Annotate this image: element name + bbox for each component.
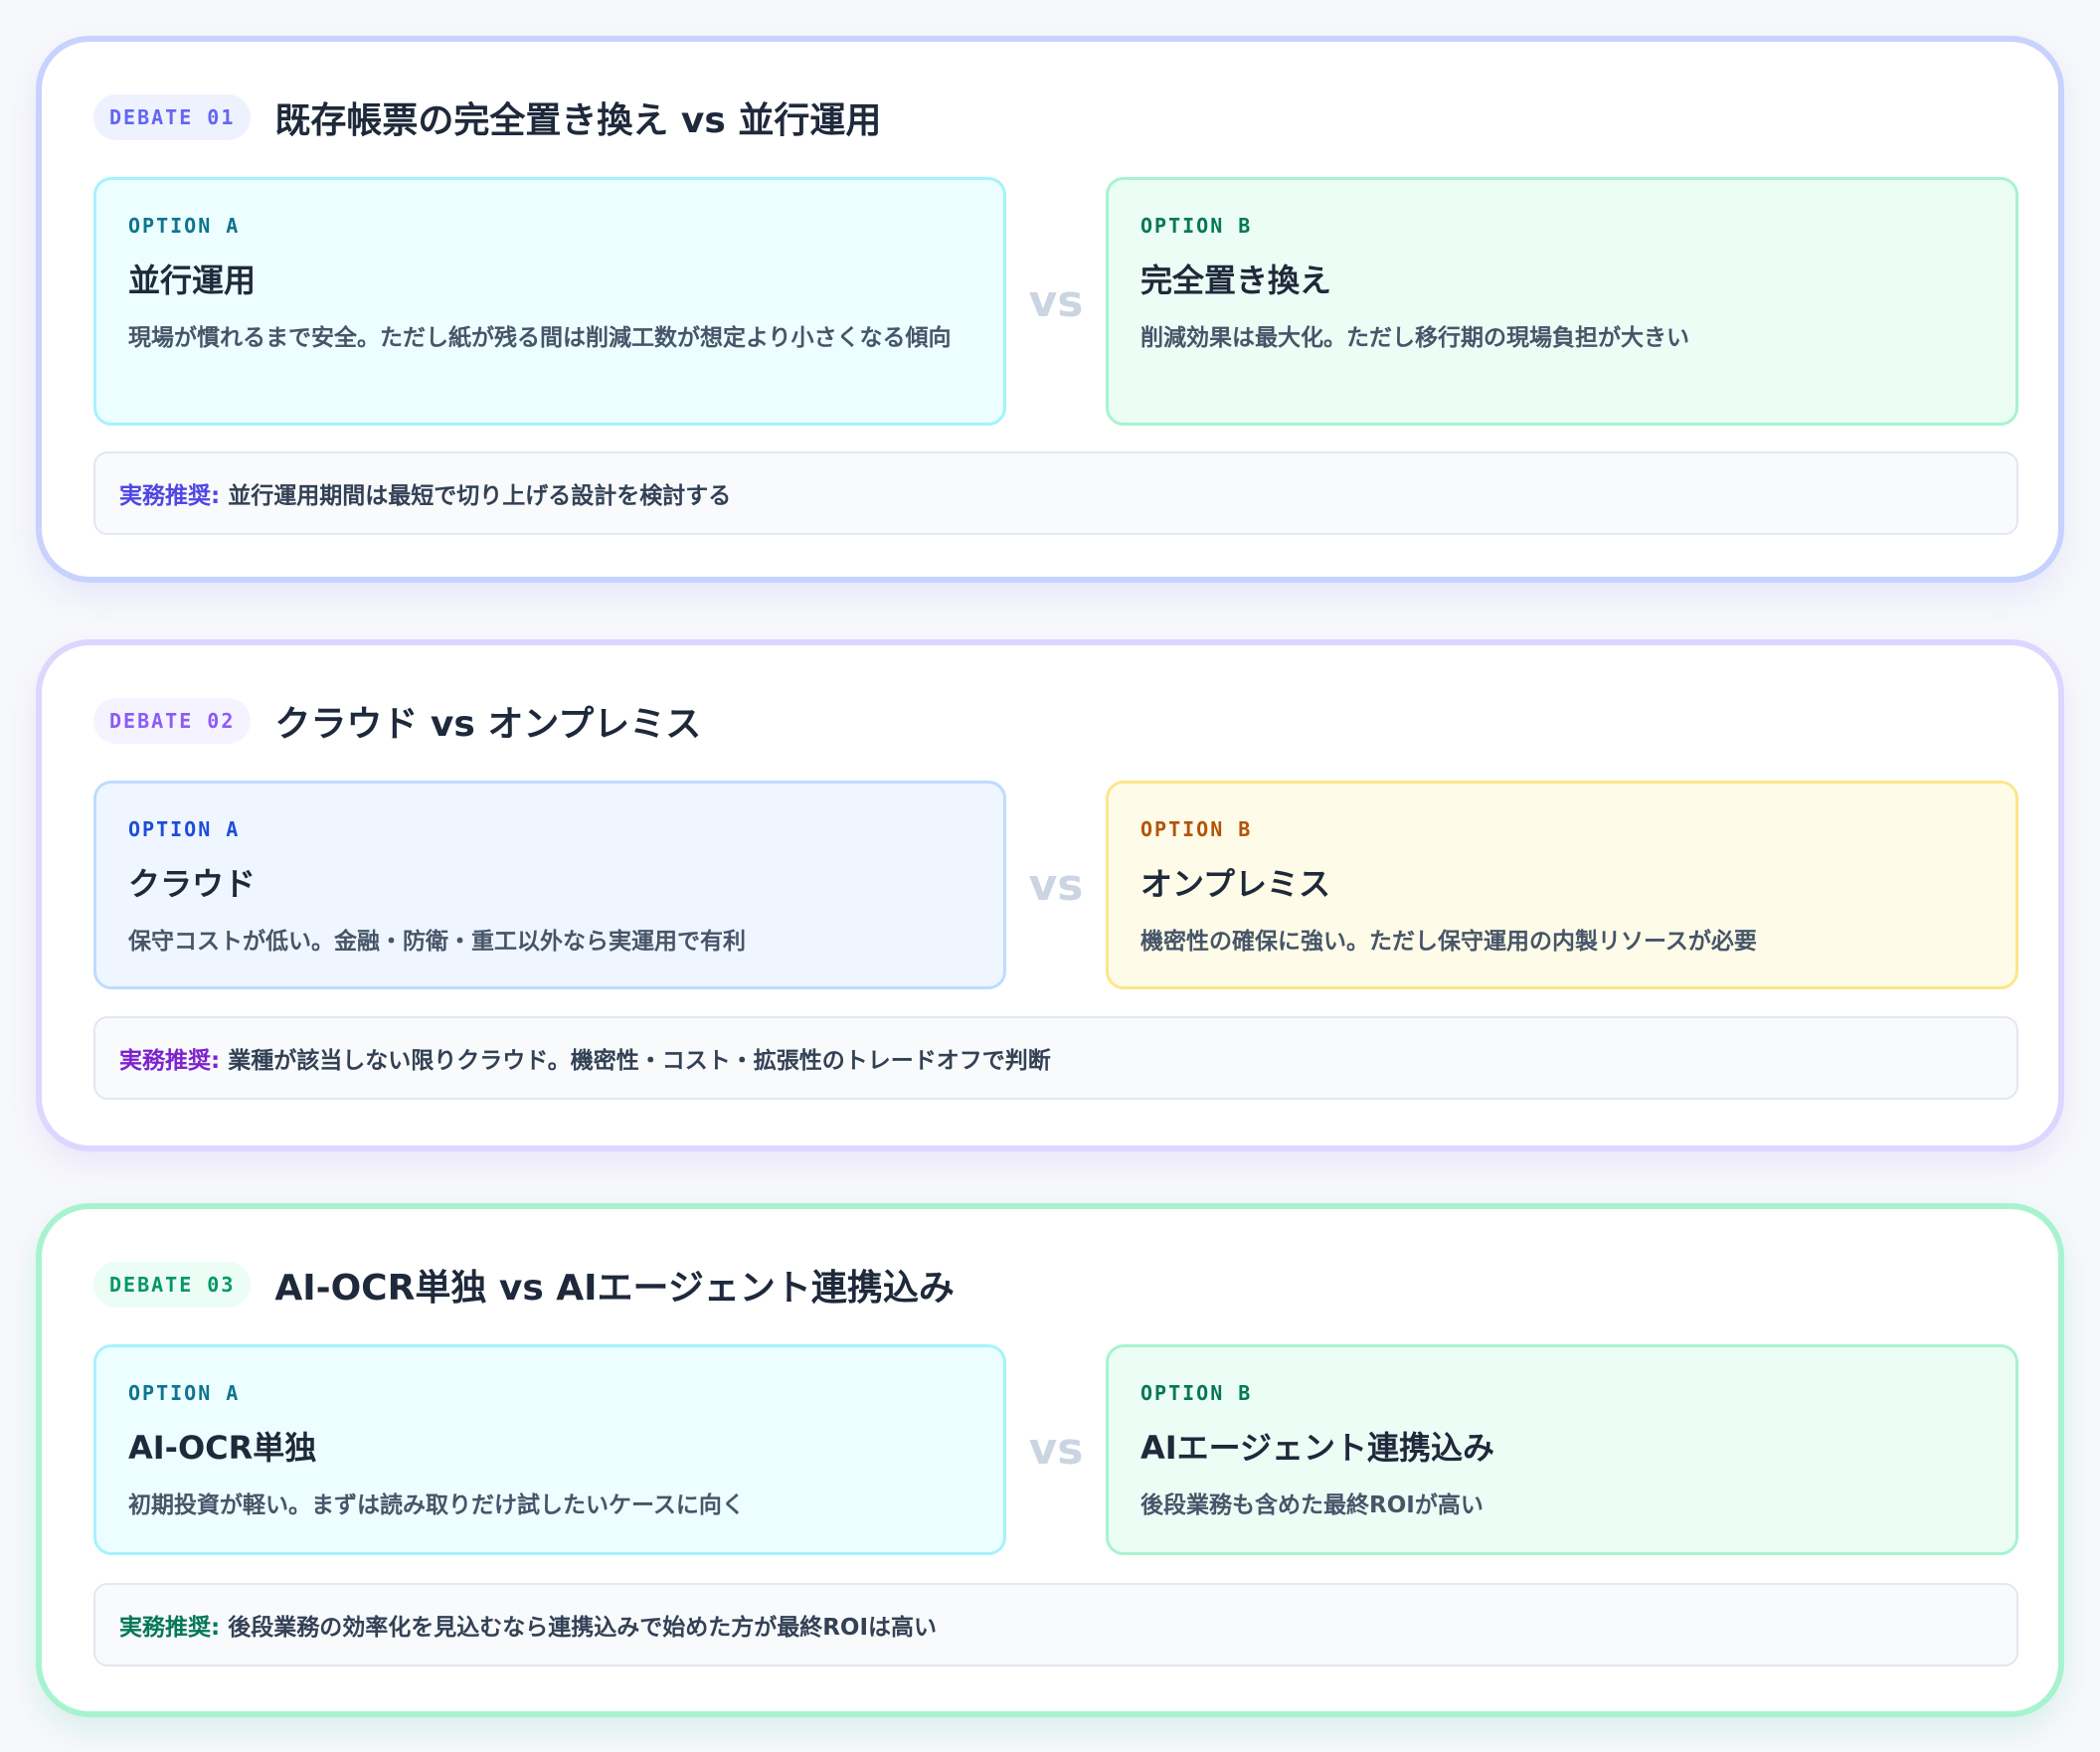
option-a-panel: OPTION A 並行運用 現場が慣れるまで安全。ただし紙が残る間は削減工数が想… [93,177,1006,426]
debate-header: DEBATE 01 既存帳票の完全置き換え vs 並行運用 [93,93,881,141]
recommendation-text: 並行運用期間は最短で切り上げる設計を検討する [228,483,732,509]
recommendation-label: 実務推奨: [119,1048,221,1074]
debate-header: DEBATE 03 AI-OCR単独 vs AIエージェント連携込み [93,1261,955,1309]
recommendation-text: 後段業務の効率化を見込むなら連携込みで始めた方が最終ROIは高い [228,1615,938,1641]
option-a-label: OPTION A [128,817,241,841]
debate-card-01: DEBATE 01 既存帳票の完全置き換え vs 並行運用 OPTION A 並… [36,36,2064,583]
option-a-panel: OPTION A AI-OCR単独 初期投資が軽い。まずは読み取りだけ試したいケ… [93,1344,1006,1555]
debate-card-02: DEBATE 02 クラウド vs オンプレミス OPTION A クラウド 保… [36,639,2064,1151]
option-b-description: 後段業務も含めた最終ROIが高い [1140,1492,1484,1518]
vs-separator: vs [1028,1424,1084,1475]
vs-separator: vs [1028,276,1084,327]
debate-card-03: DEBATE 03 AI-OCR単独 vs AIエージェント連携込み OPTIO… [36,1203,2064,1717]
option-b-description: 機密性の確保に強い。ただし保守運用の内製リソースが必要 [1140,929,1757,955]
option-b-title: 完全置き換え [1140,262,1332,299]
debate-title: クラウド vs オンプレミス [274,704,702,745]
recommendation-box: 実務推奨: 並行運用期間は最短で切り上げる設計を検討する [93,451,2018,535]
option-b-panel: OPTION B オンプレミス 機密性の確保に強い。ただし保守運用の内製リソース… [1106,781,2018,989]
option-a-description: 保守コストが低い。金融・防衛・重工以外なら実運用で有利 [128,929,746,955]
option-b-label: OPTION B [1140,1381,1253,1405]
option-a-title: AI-OCR単独 [128,1429,317,1467]
recommendation-box: 実務推奨: 後段業務の効率化を見込むなら連携込みで始めた方が最終ROIは高い [93,1583,2018,1666]
option-a-title: クラウド [128,865,257,903]
recommendation-box: 実務推奨: 業種が該当しない限りクラウド。機密性・コスト・拡張性のトレードオフで… [93,1016,2018,1100]
option-a-description: 現場が慣れるまで安全。ただし紙が残る間は削減工数が想定より小さくなる傾向 [128,325,952,351]
option-a-label: OPTION A [128,214,241,238]
debate-badge: DEBATE 01 [93,94,252,140]
option-b-description: 削減効果は最大化。ただし移行期の現場負担が大きい [1140,325,1689,351]
recommendation-label: 実務推奨: [119,1615,221,1641]
debate-header: DEBATE 02 クラウド vs オンプレミス [93,697,701,745]
debate-title: 既存帳票の完全置き換え vs 並行運用 [274,100,882,141]
option-a-panel: OPTION A クラウド 保守コストが低い。金融・防衛・重工以外なら実運用で有… [93,781,1006,989]
debate-badge: DEBATE 02 [93,698,252,744]
recommendation-label: 実務推奨: [119,483,221,509]
option-a-description: 初期投資が軽い。まずは読み取りだけ試したいケースに向く [128,1492,745,1518]
recommendation-text: 業種が該当しない限りクラウド。機密性・コスト・拡張性のトレードオフで判断 [228,1048,1051,1074]
option-b-title: AIエージェント連携込み [1140,1429,1495,1467]
option-b-panel: OPTION B 完全置き換え 削減効果は最大化。ただし移行期の現場負担が大きい [1106,177,2018,426]
vs-separator: vs [1028,860,1084,911]
option-b-label: OPTION B [1140,214,1253,238]
option-b-label: OPTION B [1140,817,1253,841]
option-b-title: オンプレミス [1140,865,1331,903]
option-a-title: 並行運用 [128,262,257,299]
debate-badge: DEBATE 03 [93,1262,252,1308]
option-b-panel: OPTION B AIエージェント連携込み 後段業務も含めた最終ROIが高い [1106,1344,2018,1555]
debate-title: AI-OCR単独 vs AIエージェント連携込み [274,1268,955,1309]
option-a-label: OPTION A [128,1381,241,1405]
debate-page: DEBATE 01 既存帳票の完全置き換え vs 並行運用 OPTION A 並… [0,0,2100,1752]
